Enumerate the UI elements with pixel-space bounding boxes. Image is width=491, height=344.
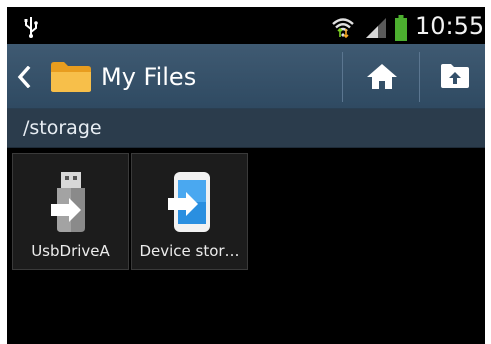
item-label: Device stor… (139, 242, 240, 260)
status-bar: 10:55 (7, 7, 485, 44)
screen: 10:55 My Files /storage UsbDriveA Device… (7, 7, 485, 344)
usb-drive-icon (51, 172, 85, 232)
back-icon[interactable] (17, 66, 31, 88)
path-label[interactable]: /storage (23, 116, 102, 140)
up-folder-icon (441, 64, 469, 88)
breadcrumb: /storage (7, 109, 485, 148)
signal-icon (366, 18, 386, 38)
usb-icon (24, 17, 38, 38)
item-label: UsbDriveA (31, 242, 110, 260)
battery-icon (395, 15, 407, 41)
list-item-device-storage[interactable]: Device stor… (131, 153, 248, 270)
page-title: My Files (101, 63, 197, 91)
wifi-icon (332, 18, 354, 39)
home-button[interactable] (343, 44, 419, 108)
device-storage-icon (168, 172, 210, 232)
action-bar: My Files (7, 44, 485, 109)
list-item-usbdrivea[interactable]: UsbDriveA (12, 153, 129, 270)
clock: 10:55 (415, 12, 485, 40)
home-icon (367, 64, 397, 89)
up-folder-button[interactable] (420, 44, 485, 108)
folder-icon (51, 62, 91, 92)
